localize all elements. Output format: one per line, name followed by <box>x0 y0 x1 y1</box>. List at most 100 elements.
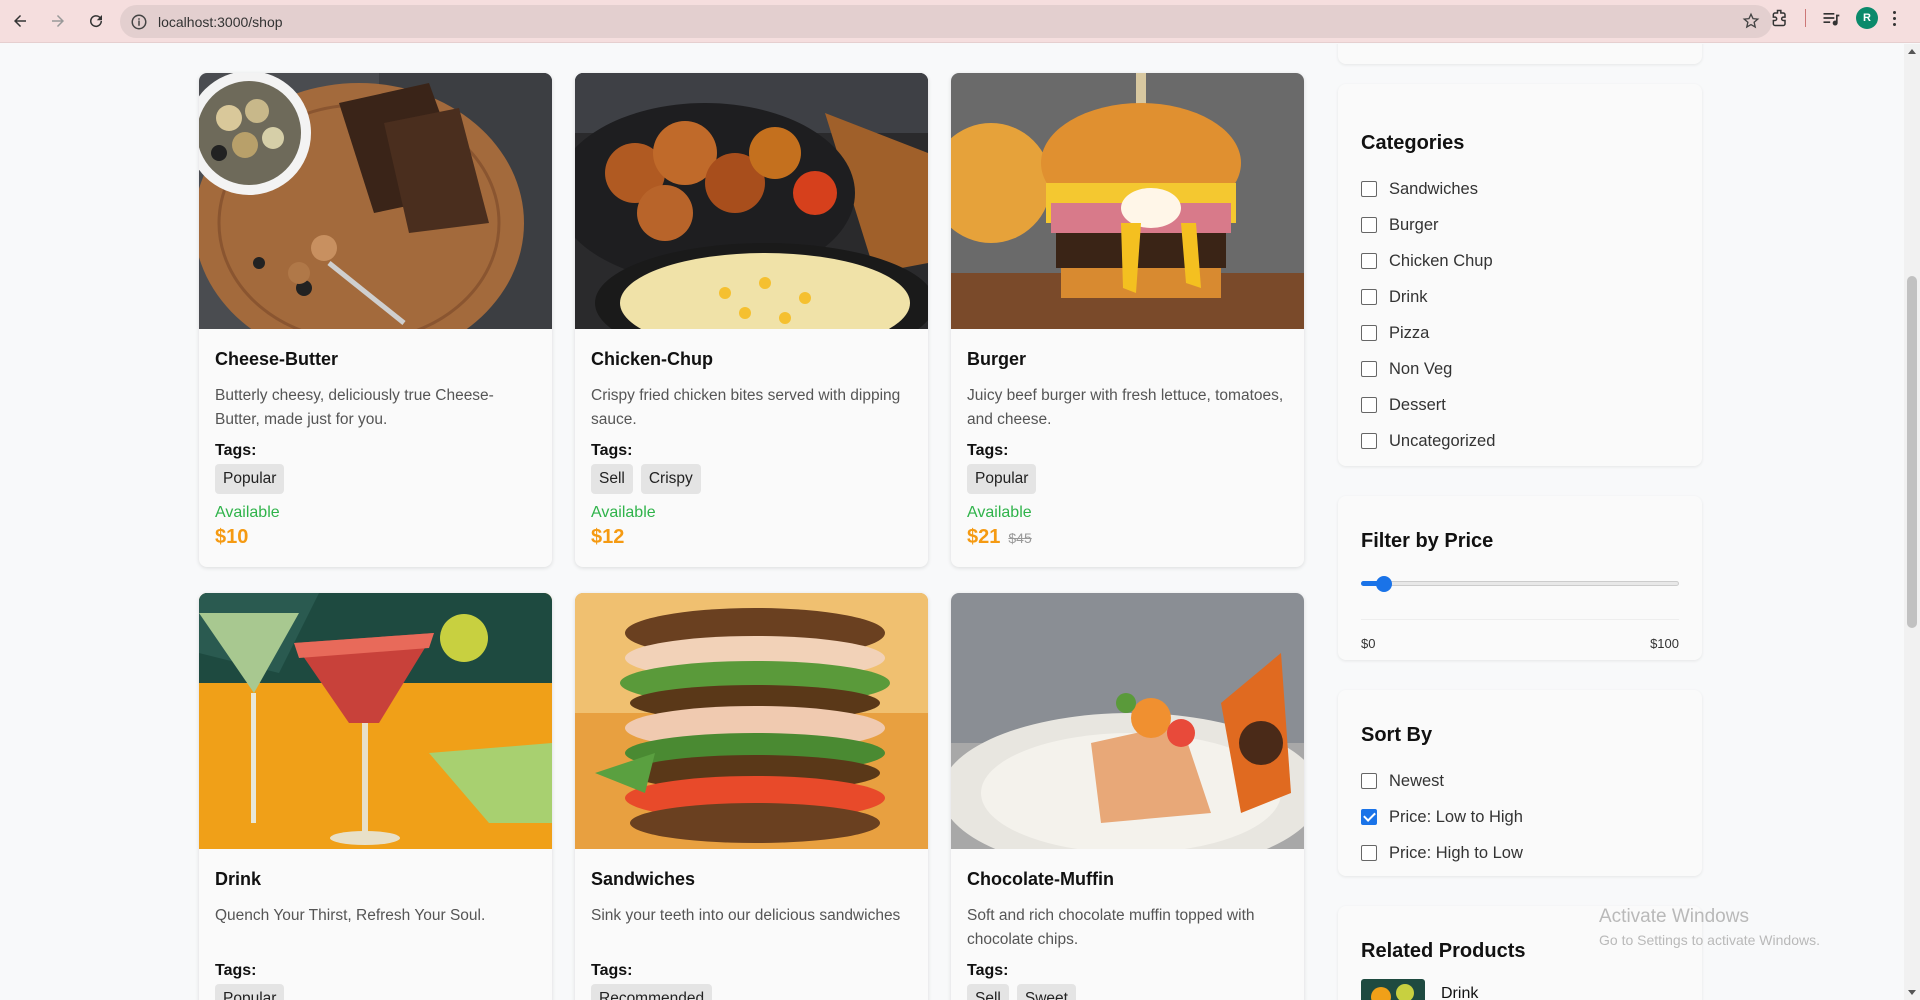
product-card[interactable]: Burger Juicy beef burger with fresh lett… <box>951 73 1304 567</box>
bookmark-star-icon[interactable] <box>1742 12 1760 30</box>
category-burger[interactable]: Burger <box>1361 207 1679 243</box>
site-info-icon[interactable] <box>130 13 148 31</box>
product-price: $10 <box>215 526 536 549</box>
checkbox[interactable] <box>1361 845 1377 861</box>
forward-button[interactable] <box>40 3 76 39</box>
category-label: Dessert <box>1389 395 1446 414</box>
product-card[interactable]: Chicken-Chup Crispy fried chicken bites … <box>575 73 928 567</box>
categories-heading: Categories <box>1361 132 1465 154</box>
category-pizza[interactable]: Pizza <box>1361 315 1679 351</box>
original-price: $45 <box>1008 530 1032 546</box>
browser-menu-icon[interactable] <box>1892 10 1896 26</box>
extensions-icon[interactable] <box>1769 7 1791 29</box>
category-non-veg[interactable]: Non Veg <box>1361 351 1679 387</box>
price-value: $10 <box>215 526 249 548</box>
product-title[interactable]: Chicken-Chup <box>591 349 912 370</box>
back-button[interactable] <box>2 3 38 39</box>
category-chicken-chup[interactable]: Chicken Chup <box>1361 243 1679 279</box>
tag-badge[interactable]: Popular <box>967 464 1037 494</box>
scrollbar-thumb[interactable] <box>1907 276 1917 628</box>
related-product-thumbnail[interactable] <box>1361 979 1425 1000</box>
sort-price-high-low[interactable]: Price: High to Low <box>1361 835 1679 871</box>
availability-status: Available <box>591 504 656 521</box>
profile-avatar[interactable]: R <box>1856 7 1878 29</box>
checkbox[interactable] <box>1361 361 1377 377</box>
checkbox[interactable] <box>1361 289 1377 305</box>
tags-label: Tags: <box>967 442 1009 459</box>
price-filter-heading: Filter by Price <box>1361 530 1494 552</box>
tag-badge[interactable]: Sell <box>967 984 1009 1000</box>
product-price: $12 <box>591 526 912 549</box>
product-card[interactable]: Chocolate-Muffin Soft and rich chocolate… <box>951 593 1304 1000</box>
url-text: localhost:3000/shop <box>158 13 283 30</box>
related-product-item[interactable]: Drink <box>1361 979 1679 1000</box>
sort-price-low-high[interactable]: Price: Low to High <box>1361 799 1679 835</box>
product-title[interactable]: Burger <box>967 349 1288 370</box>
checkbox[interactable] <box>1361 325 1377 341</box>
arrow-left-icon <box>14 15 26 27</box>
arrow-right-icon <box>52 15 64 27</box>
product-card[interactable]: Drink Quench Your Thirst, Refresh Your S… <box>199 593 552 1000</box>
category-label: Sandwiches <box>1389 179 1478 198</box>
product-title[interactable]: Chocolate-Muffin <box>967 869 1288 890</box>
checkbox[interactable] <box>1361 397 1377 413</box>
related-product-name[interactable]: Drink <box>1441 985 1478 1000</box>
category-label: Chicken Chup <box>1389 251 1493 270</box>
product-card[interactable]: Cheese-Butter Butterly cheesy, delicious… <box>199 73 552 567</box>
sort-option-label: Price: High to Low <box>1389 843 1523 862</box>
sort-heading: Sort By <box>1361 724 1433 746</box>
tag-badge[interactable]: Popular <box>215 464 285 494</box>
page-scrollbar[interactable] <box>1904 44 1920 1000</box>
slider-handle[interactable] <box>1376 576 1392 592</box>
product-image[interactable] <box>575 593 928 849</box>
sort-newest[interactable]: Newest <box>1361 763 1679 799</box>
availability-status: Available <box>215 504 280 521</box>
product-price: $21 $45 <box>967 526 1288 549</box>
checkbox[interactable] <box>1361 433 1377 449</box>
product-image[interactable] <box>951 593 1304 849</box>
tags-label: Tags: <box>591 442 633 459</box>
price-range-slider[interactable] <box>1361 573 1679 593</box>
checkbox[interactable] <box>1361 253 1377 269</box>
category-dessert[interactable]: Dessert <box>1361 387 1679 423</box>
product-description: Soft and rich chocolate muffin topped wi… <box>967 907 1255 948</box>
scroll-down-arrow[interactable] <box>1908 990 1916 995</box>
price-value: $12 <box>591 526 625 548</box>
search-panel-bottom <box>1338 44 1702 64</box>
checkbox[interactable] <box>1361 181 1377 197</box>
category-uncategorized[interactable]: Uncategorized <box>1361 423 1679 459</box>
reload-button[interactable] <box>78 3 114 39</box>
tag-badge[interactable]: Crispy <box>640 464 701 494</box>
media-queue-icon[interactable] <box>1820 7 1842 29</box>
tag-badge[interactable]: Popular <box>215 984 285 1000</box>
category-label: Burger <box>1389 215 1439 234</box>
tags-label: Tags: <box>215 442 257 459</box>
tags-label: Tags: <box>215 962 257 979</box>
category-sandwiches[interactable]: Sandwiches <box>1361 171 1679 207</box>
toolbar-divider <box>1805 9 1806 27</box>
category-label: Pizza <box>1389 323 1430 342</box>
product-image[interactable] <box>199 73 552 329</box>
checkbox[interactable] <box>1361 773 1377 789</box>
tag-badge[interactable]: Sweet <box>1016 984 1076 1000</box>
product-image[interactable] <box>951 73 1304 329</box>
tag-badge[interactable]: Recommended <box>591 984 713 1000</box>
product-description: Crispy fried chicken bites served with d… <box>591 387 901 428</box>
product-image[interactable] <box>199 593 552 849</box>
tag-badge[interactable]: Sell <box>591 464 633 494</box>
tags-label: Tags: <box>591 962 633 979</box>
product-title[interactable]: Sandwiches <box>591 869 912 890</box>
address-bar[interactable]: localhost:3000/shop <box>120 5 1772 38</box>
checkbox[interactable] <box>1361 809 1377 825</box>
product-description: Juicy beef burger with fresh lettuce, to… <box>967 387 1284 428</box>
scroll-up-arrow[interactable] <box>1908 49 1916 54</box>
slider-track <box>1361 581 1679 586</box>
product-image[interactable] <box>575 73 928 329</box>
product-card[interactable]: Sandwiches Sink your teeth into our deli… <box>575 593 928 1000</box>
category-drink[interactable]: Drink <box>1361 279 1679 315</box>
price-filter-panel: Filter by Price $0 $100 <box>1338 496 1702 660</box>
tags-label: Tags: <box>967 962 1009 979</box>
checkbox[interactable] <box>1361 217 1377 233</box>
product-title[interactable]: Cheese-Butter <box>215 349 536 370</box>
product-title[interactable]: Drink <box>215 869 536 890</box>
